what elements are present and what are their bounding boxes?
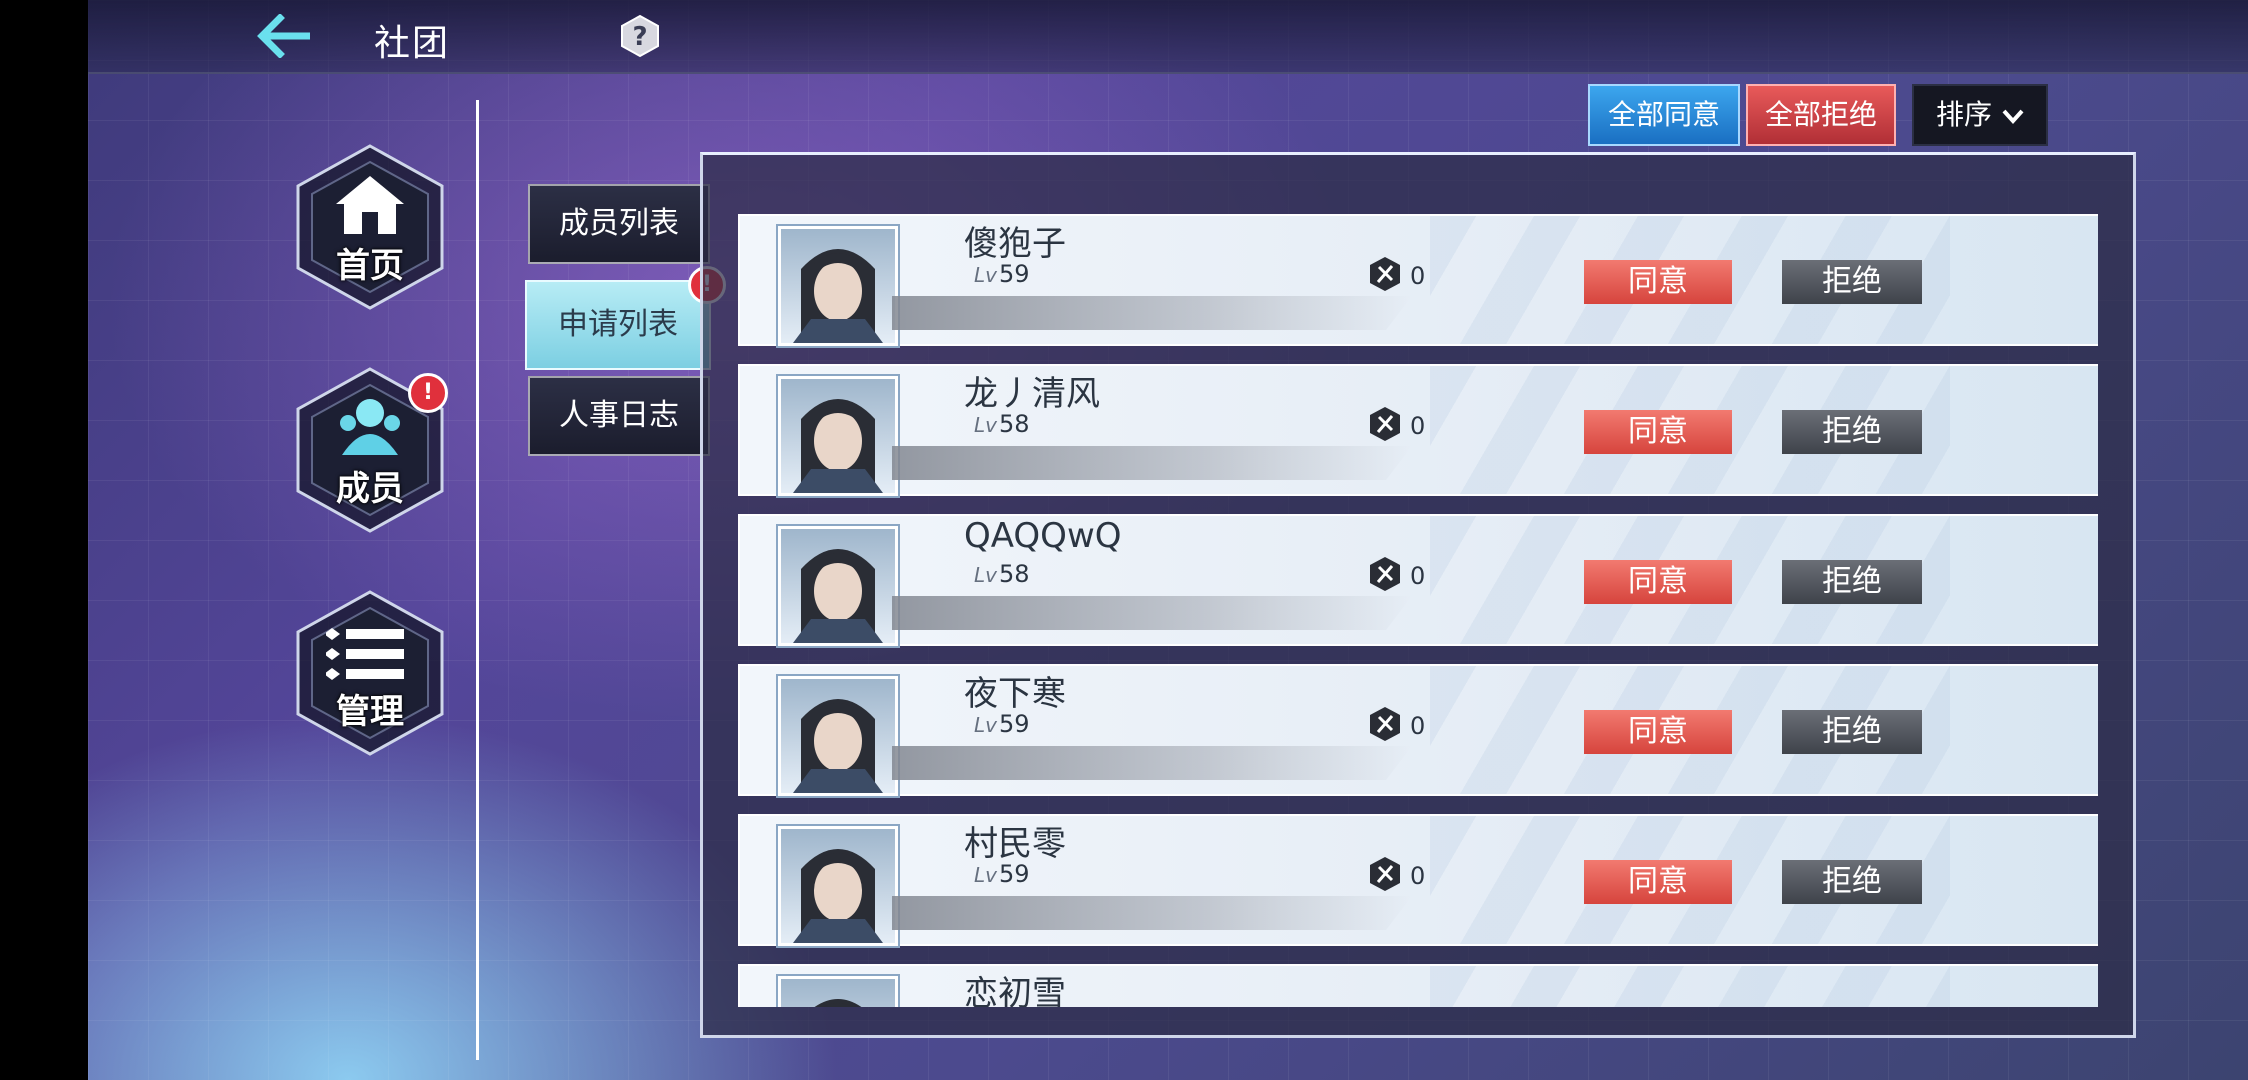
level-value: 58 bbox=[998, 410, 1030, 438]
back-arrow-icon[interactable] bbox=[256, 14, 312, 58]
nav-home[interactable]: 首页 bbox=[290, 142, 450, 312]
stat-value: 0 bbox=[1410, 712, 1426, 740]
applicant-level: Lv59 bbox=[974, 710, 1030, 740]
decline-button[interactable]: 拒绝 bbox=[1782, 260, 1922, 304]
home-icon bbox=[336, 176, 404, 234]
level-value: 59 bbox=[998, 260, 1030, 288]
stat-value: 0 bbox=[1410, 562, 1426, 590]
agree-button[interactable]: 同意 bbox=[1584, 710, 1732, 754]
applicant-name: QAQQwQ bbox=[964, 516, 1122, 556]
svg-text:?: ? bbox=[632, 22, 647, 52]
level-prefix: Lv bbox=[974, 563, 997, 587]
hex-stat-icon bbox=[1370, 857, 1400, 891]
avatar[interactable] bbox=[778, 526, 898, 646]
info-bar bbox=[892, 746, 1412, 780]
level-prefix: Lv bbox=[974, 863, 997, 887]
hex-stat-icon bbox=[1370, 707, 1400, 741]
stat-value: 0 bbox=[1410, 862, 1426, 890]
level-prefix: Lv bbox=[974, 263, 997, 287]
agree-button[interactable]: 同意 bbox=[1584, 560, 1732, 604]
top-bar: 社团 ? bbox=[88, 0, 2248, 74]
decline-button[interactable]: 拒绝 bbox=[1782, 410, 1922, 454]
chevron-down-icon bbox=[2002, 109, 2024, 124]
nav-members[interactable]: 成员 ! bbox=[290, 365, 450, 535]
avatar[interactable] bbox=[778, 676, 898, 796]
decline-button[interactable]: 拒绝 bbox=[1782, 860, 1922, 904]
tab-application-list[interactable]: 申请列表 bbox=[525, 280, 711, 370]
reject-all-button[interactable]: 全部拒绝 bbox=[1746, 84, 1896, 146]
list-item: 村民零 Lv59 0 同意 拒绝 bbox=[738, 814, 2098, 946]
decline-button[interactable]: 拒绝 bbox=[1782, 710, 1922, 754]
hex-stat-icon bbox=[1370, 257, 1400, 291]
level-value: 58 bbox=[998, 560, 1030, 588]
nav-manage-label: 管理 bbox=[336, 692, 404, 732]
hex-stat-icon bbox=[1370, 557, 1400, 591]
applicant-level: Lv58 bbox=[974, 410, 1030, 440]
stat-value: 0 bbox=[1410, 412, 1426, 440]
avatar[interactable] bbox=[778, 976, 898, 1007]
tab-member-list[interactable]: 成员列表 bbox=[528, 184, 710, 264]
hex-stat-icon bbox=[1370, 407, 1400, 441]
members-icon bbox=[340, 399, 400, 455]
list-item: 恋初雪 bbox=[738, 964, 2098, 1007]
accept-all-button[interactable]: 全部同意 bbox=[1588, 84, 1740, 146]
agree-button[interactable]: 同意 bbox=[1584, 260, 1732, 304]
list-item: QAQQwQ Lv58 0 同意 拒绝 bbox=[738, 514, 2098, 646]
decline-button[interactable]: 拒绝 bbox=[1782, 560, 1922, 604]
info-bar bbox=[892, 296, 1412, 330]
sort-button[interactable]: 排序 bbox=[1912, 84, 2048, 146]
applicant-name: 恋初雪 bbox=[964, 974, 1066, 1007]
agree-button[interactable]: 同意 bbox=[1584, 410, 1732, 454]
level-value: 59 bbox=[998, 860, 1030, 888]
sidebar-divider bbox=[476, 100, 479, 1060]
list-item: 龙丿清风 Lv58 0 同意 拒绝 bbox=[738, 364, 2098, 496]
avatar[interactable] bbox=[778, 376, 898, 496]
list-item: 夜下寒 Lv59 0 同意 拒绝 bbox=[738, 664, 2098, 796]
nav-members-label: 成员 bbox=[336, 469, 404, 509]
level-value: 59 bbox=[998, 710, 1030, 738]
applicant-name: 夜下寒 bbox=[964, 674, 1066, 714]
sort-label: 排序 bbox=[1935, 98, 1992, 131]
page-title: 社团 bbox=[374, 23, 451, 64]
applicant-name: 傻狍子 bbox=[964, 224, 1066, 264]
info-bar bbox=[892, 446, 1412, 480]
tab-personnel-log[interactable]: 人事日志 bbox=[528, 376, 710, 456]
help-icon[interactable]: ? bbox=[618, 14, 662, 58]
level-prefix: Lv bbox=[974, 713, 997, 737]
info-bar bbox=[892, 596, 1412, 630]
stat-value: 0 bbox=[1410, 262, 1426, 290]
list-item: 傻狍子 Lv59 0 同意 拒绝 bbox=[738, 214, 2098, 346]
agree-button[interactable]: 同意 bbox=[1584, 860, 1732, 904]
avatar[interactable] bbox=[778, 226, 898, 346]
level-prefix: Lv bbox=[974, 413, 997, 437]
applicant-name: 龙丿清风 bbox=[964, 374, 1100, 414]
list-icon bbox=[326, 628, 404, 680]
info-bar bbox=[892, 896, 1412, 930]
avatar[interactable] bbox=[778, 826, 898, 946]
game-screen: 社团 ? 首页 成员 ! 管理 成员列表 申请列表 人事日志 全部同意 全部拒绝… bbox=[88, 0, 2248, 1080]
application-list[interactable]: 傻狍子 Lv59 0 同意 拒绝 龙丿清风 Lv58 0 同意 拒绝 QAQQw… bbox=[738, 210, 2098, 1007]
nav-manage[interactable]: 管理 bbox=[290, 588, 450, 758]
nav-home-label: 首页 bbox=[336, 246, 404, 286]
applicant-level: Lv59 bbox=[974, 260, 1030, 290]
alert-badge: ! bbox=[408, 373, 448, 413]
applicant-name: 村民零 bbox=[964, 824, 1066, 864]
applicant-level: Lv58 bbox=[974, 560, 1030, 590]
applicant-level: Lv59 bbox=[974, 860, 1030, 890]
